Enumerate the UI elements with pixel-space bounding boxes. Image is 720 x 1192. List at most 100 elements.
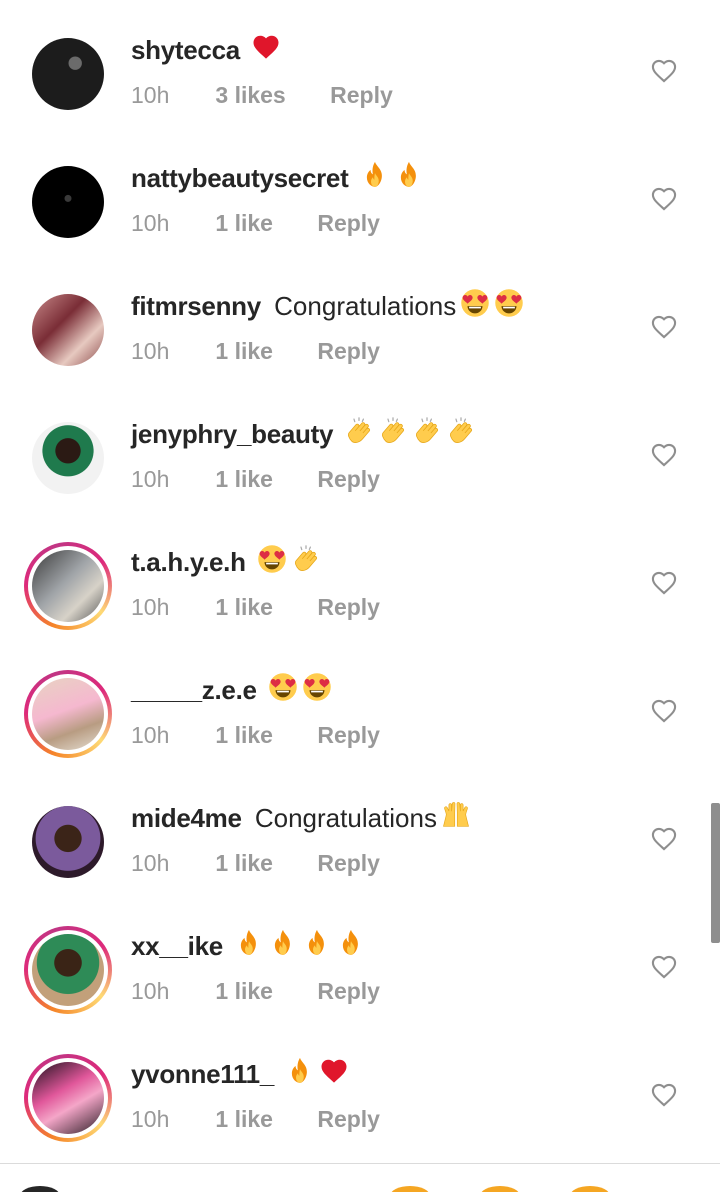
username[interactable]: yvonne111_	[131, 1059, 274, 1089]
likes-count[interactable]: 1 like	[215, 336, 273, 366]
likes-count[interactable]: 1 like	[215, 720, 273, 750]
username[interactable]: mide4me	[131, 803, 242, 833]
comment-composer-peek	[0, 1164, 720, 1192]
comment-text: nattybeautysecret	[131, 158, 424, 201]
comment-text: t.a.h.y.e.h	[131, 542, 321, 585]
comment-meta: 10h 1 like Reply	[131, 976, 380, 1006]
reply-button[interactable]: Reply	[317, 1104, 380, 1134]
clap-emoji-icon	[412, 416, 442, 457]
timestamp: 10h	[131, 82, 170, 108]
reply-button[interactable]: Reply	[317, 464, 380, 494]
likes-count[interactable]: 1 like	[215, 1104, 273, 1134]
comment-row[interactable]: fitmrsenny Congratulations 10h 1 like Re…	[0, 256, 720, 384]
comment-row[interactable]: mide4me Congratulations 10h 1 like Reply	[0, 768, 720, 896]
comment-row[interactable]: xx__ike 10h 1 like Reply	[0, 896, 720, 1024]
like-heart-icon[interactable]	[650, 697, 678, 723]
like-heart-icon[interactable]	[650, 441, 678, 467]
comment-text: yvonne111_	[131, 1054, 349, 1097]
username[interactable]: jenyphry_beauty	[131, 419, 333, 449]
fire-emoji-icon	[360, 160, 390, 201]
comment-meta: 10h 1 like Reply	[131, 720, 380, 750]
comment-text: jenyphry_beauty	[131, 414, 476, 457]
avatar[interactable]	[32, 166, 104, 238]
story-ring[interactable]	[24, 926, 112, 1014]
likes-count[interactable]: 3 likes	[215, 80, 285, 110]
reply-button[interactable]: Reply	[317, 720, 380, 750]
like-heart-icon[interactable]	[650, 313, 678, 339]
like-heart-icon[interactable]	[650, 825, 678, 851]
comment-body: Congratulations	[254, 803, 437, 833]
comment-text: mide4me Congratulations	[131, 798, 471, 841]
avatar[interactable]	[32, 422, 104, 494]
avatar[interactable]	[32, 38, 104, 110]
comment-text: fitmrsenny Congratulations	[131, 286, 524, 329]
clap-emoji-icon	[291, 544, 321, 585]
comment-row[interactable]: jenyphry_beauty 10h 1 like Reply	[0, 384, 720, 512]
raised-hands-emoji-icon	[441, 800, 471, 841]
avatar[interactable]	[32, 550, 104, 622]
heart-emoji-icon	[319, 1056, 349, 1097]
reply-button[interactable]: Reply	[317, 848, 380, 878]
comment-row[interactable]: yvonne111_ 10h 1 like Reply	[0, 1024, 720, 1152]
reply-button[interactable]: Reply	[330, 80, 393, 110]
username[interactable]: t.a.h.y.e.h	[131, 547, 246, 577]
timestamp: 10h	[131, 466, 170, 492]
like-heart-icon[interactable]	[650, 57, 678, 83]
like-heart-icon[interactable]	[650, 569, 678, 595]
clap-emoji-icon	[446, 416, 476, 457]
quick-emoji-icon[interactable]	[570, 1186, 610, 1192]
username[interactable]: fitmrsenny	[131, 291, 261, 321]
comment-meta: 10h 1 like Reply	[131, 848, 380, 878]
username[interactable]: shytecca	[131, 35, 240, 65]
comment-body: Congratulations	[274, 291, 457, 321]
heart-emoji-icon	[251, 32, 281, 73]
timestamp: 10h	[131, 594, 170, 620]
username[interactable]: xx__ike	[131, 931, 223, 961]
avatar	[20, 1186, 60, 1192]
quick-emoji-icon[interactable]	[480, 1186, 520, 1192]
heart-eyes-emoji-icon	[494, 288, 524, 329]
reply-button[interactable]: Reply	[317, 208, 380, 238]
likes-count[interactable]: 1 like	[215, 464, 273, 494]
like-heart-icon[interactable]	[650, 953, 678, 979]
heart-eyes-emoji-icon	[302, 672, 332, 713]
heart-eyes-emoji-icon	[460, 288, 490, 329]
comment-row[interactable]: shytecca 10h 3 likes Reply	[0, 0, 720, 128]
story-ring[interactable]	[24, 542, 112, 630]
avatar[interactable]	[32, 294, 104, 366]
avatar[interactable]	[32, 678, 104, 750]
story-ring[interactable]	[24, 1054, 112, 1142]
avatar[interactable]	[32, 1062, 104, 1134]
fire-emoji-icon	[336, 928, 366, 969]
scrollbar[interactable]	[711, 803, 720, 943]
username[interactable]: nattybeautysecret	[131, 163, 349, 193]
like-heart-icon[interactable]	[650, 185, 678, 211]
reply-button[interactable]: Reply	[317, 592, 380, 622]
avatar[interactable]	[32, 934, 104, 1006]
likes-count[interactable]: 1 like	[215, 592, 273, 622]
likes-count[interactable]: 1 like	[215, 976, 273, 1006]
story-ring[interactable]	[24, 670, 112, 758]
fire-emoji-icon	[234, 928, 264, 969]
comment-meta: 10h 1 like Reply	[131, 208, 380, 238]
comment-row[interactable]: t.a.h.y.e.h 10h 1 like Reply	[0, 512, 720, 640]
comment-meta: 10h 1 like Reply	[131, 464, 380, 494]
reply-button[interactable]: Reply	[317, 336, 380, 366]
likes-count[interactable]: 1 like	[215, 848, 273, 878]
comment-row[interactable]: nattybeautysecret 10h 1 like Reply	[0, 128, 720, 256]
reply-button[interactable]: Reply	[317, 976, 380, 1006]
comment-meta: 10h 3 likes Reply	[131, 80, 393, 110]
fire-emoji-icon	[268, 928, 298, 969]
likes-count[interactable]: 1 like	[215, 208, 273, 238]
fire-emoji-icon	[285, 1056, 315, 1097]
comment-text: xx__ike	[131, 926, 366, 969]
heart-eyes-emoji-icon	[257, 544, 287, 585]
timestamp: 10h	[131, 850, 170, 876]
clap-emoji-icon	[344, 416, 374, 457]
avatar[interactable]	[32, 806, 104, 878]
quick-emoji-icon[interactable]	[390, 1186, 430, 1192]
comment-meta: 10h 1 like Reply	[131, 592, 380, 622]
comment-row[interactable]: _____z.e.e 10h 1 like Reply	[0, 640, 720, 768]
like-heart-icon[interactable]	[650, 1081, 678, 1107]
username[interactable]: _____z.e.e	[131, 675, 257, 705]
